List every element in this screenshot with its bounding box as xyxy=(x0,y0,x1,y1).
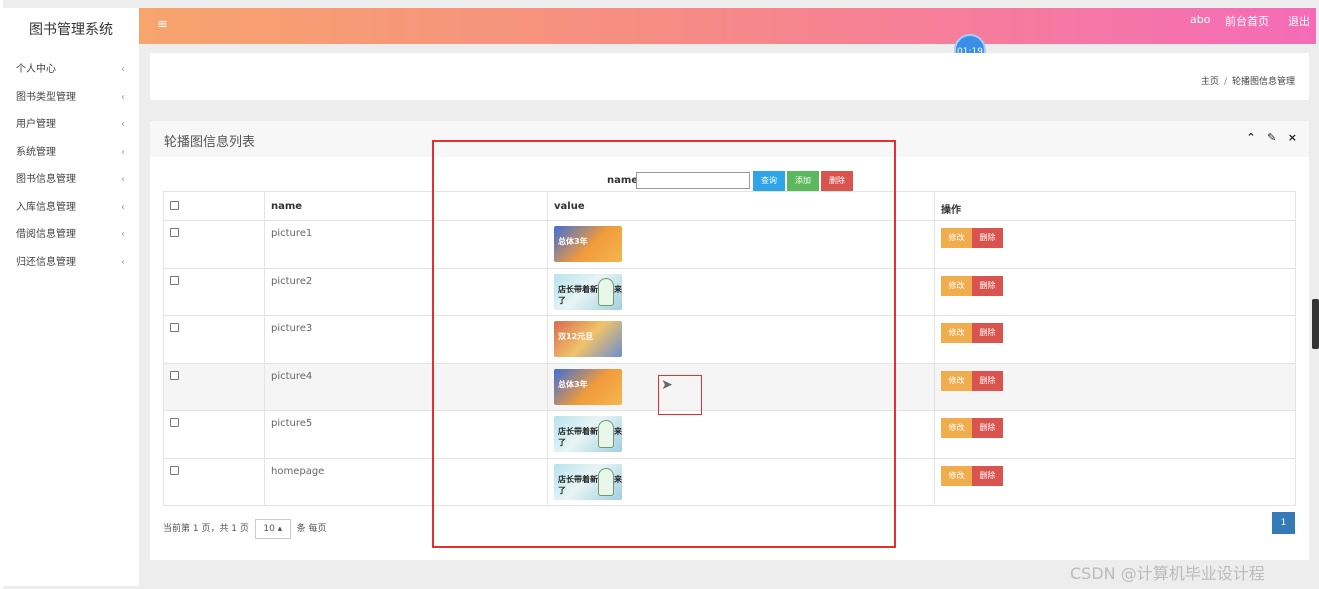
sidebar-item-personal-center[interactable]: 个人中心 ‹ xyxy=(3,56,139,84)
edit-button[interactable]: 修改 xyxy=(941,323,972,343)
collapse-icon[interactable]: ⌃ xyxy=(1246,131,1255,144)
row-checkbox[interactable] xyxy=(170,228,179,237)
ops-cell: 修改 删除 xyxy=(934,267,1296,316)
chevron-left-icon: ‹ xyxy=(121,229,125,240)
row-select-cell xyxy=(163,220,265,269)
top-navbar: ≡ abo 前台首页 退出 xyxy=(139,8,1316,44)
sidebar-item-label: 归还信息管理 xyxy=(16,256,76,268)
menu-toggle-icon[interactable]: ≡ xyxy=(157,17,168,32)
row-checkbox[interactable] xyxy=(170,418,179,427)
sidebar-item-stock-in[interactable]: 入库信息管理 ‹ xyxy=(3,194,139,222)
current-user[interactable]: abo xyxy=(1190,13,1210,26)
ops-cell: 修改 删除 xyxy=(934,362,1296,411)
logout-link[interactable]: 退出 xyxy=(1288,13,1310,29)
delete-button[interactable]: 删除 xyxy=(972,465,1003,486)
select-all-checkbox[interactable] xyxy=(170,201,179,210)
wrench-icon[interactable]: ✎ xyxy=(1267,131,1276,144)
edit-button[interactable]: 修改 xyxy=(941,275,972,296)
ops-cell: 修改 删除 xyxy=(934,315,1296,364)
chevron-left-icon: ‹ xyxy=(121,91,125,103)
annotation-highlight-box xyxy=(432,140,896,548)
breadcrumb-bar: 主页 / 轮播图信息管理 xyxy=(150,53,1309,100)
scrollbar-thumb[interactable] xyxy=(1312,299,1319,349)
ops-cell: 修改 删除 xyxy=(934,220,1296,269)
edit-button[interactable]: 修改 xyxy=(941,370,972,391)
page-size-suffix: 条 每页 xyxy=(296,524,327,534)
sidebar-item-system[interactable]: 系统管理 ‹ xyxy=(3,139,139,167)
page-number-button[interactable]: 1 xyxy=(1272,512,1295,534)
sidebar-item-label: 图书信息管理 xyxy=(16,174,76,185)
delete-button[interactable]: 删除 xyxy=(972,275,1003,296)
sidebar-item-label: 图书类型管理 xyxy=(16,91,76,103)
row-checkbox[interactable] xyxy=(170,323,179,332)
sidebar-item-label: 个人中心 xyxy=(16,64,56,75)
sidebar-item-label: 用户管理 xyxy=(16,119,56,130)
page-size-value: 10 xyxy=(263,524,275,534)
delete-button[interactable]: 删除 xyxy=(972,228,1003,248)
sidebar-item-book-type[interactable]: 图书类型管理 ‹ xyxy=(3,84,139,112)
sidebar-item-book-info[interactable]: 图书信息管理 ‹ xyxy=(3,166,139,194)
pagination-info: 当前第 1 页，共 1 页 10 ▴ 条 每页 xyxy=(163,519,327,539)
breadcrumb: 主页 / 轮播图信息管理 xyxy=(1201,74,1295,87)
edit-button[interactable]: 修改 xyxy=(941,228,972,248)
chevron-left-icon: ‹ xyxy=(121,174,125,185)
panel-tools: ⌃ ✎ × xyxy=(1238,131,1297,144)
breadcrumb-home[interactable]: 主页 xyxy=(1201,77,1219,87)
pagination-summary: 当前第 1 页，共 1 页 xyxy=(163,524,249,534)
sidebar-item-users[interactable]: 用户管理 ‹ xyxy=(3,111,139,139)
page-size-select[interactable]: 10 ▴ xyxy=(254,519,291,539)
ops-cell: 修改 删除 xyxy=(934,410,1296,459)
sidebar-item-borrow[interactable]: 借阅信息管理 ‹ xyxy=(3,221,139,249)
chevron-left-icon: ‹ xyxy=(121,119,125,130)
breadcrumb-separator: / xyxy=(1223,77,1227,87)
sidebar-item-return[interactable]: 归还信息管理 ‹ xyxy=(3,249,139,277)
watermark: CSDN @计算机毕业设计程 xyxy=(1070,564,1265,583)
row-select-cell xyxy=(163,362,265,411)
sidebar-item-label: 系统管理 xyxy=(16,146,56,158)
sidebar-menu: 个人中心 ‹ 图书类型管理 ‹ 用户管理 ‹ 系统管理 ‹ 图书信息管理 ‹ 入… xyxy=(3,56,139,276)
delete-button[interactable]: 删除 xyxy=(972,370,1003,391)
chevron-left-icon: ‹ xyxy=(121,146,125,158)
frontend-home-link[interactable]: 前台首页 xyxy=(1225,13,1269,29)
column-header-ops: 操作 xyxy=(934,191,1296,221)
ops-cell: 修改 删除 xyxy=(934,457,1296,506)
sidebar: 图书管理系统 个人中心 ‹ 图书类型管理 ‹ 用户管理 ‹ 系统管理 ‹ 图书信… xyxy=(3,8,139,586)
page-title: 轮播图信息列表 xyxy=(164,135,256,150)
row-select-cell xyxy=(163,315,265,364)
app-title: 图书管理系统 xyxy=(3,8,139,52)
row-checkbox[interactable] xyxy=(170,370,179,380)
row-select-cell xyxy=(163,267,265,316)
chevron-left-icon: ‹ xyxy=(121,256,125,268)
row-select-cell xyxy=(163,410,265,459)
edit-button[interactable]: 修改 xyxy=(941,418,972,438)
sidebar-item-label: 借阅信息管理 xyxy=(16,229,76,240)
row-select-cell xyxy=(163,457,265,506)
row-checkbox[interactable] xyxy=(170,275,179,285)
chevron-left-icon: ‹ xyxy=(121,64,125,75)
close-icon[interactable]: × xyxy=(1288,131,1297,144)
row-checkbox[interactable] xyxy=(170,465,179,475)
edit-button[interactable]: 修改 xyxy=(941,465,972,486)
delete-button[interactable]: 删除 xyxy=(972,418,1003,438)
sidebar-item-label: 入库信息管理 xyxy=(16,201,76,213)
breadcrumb-current: 轮播图信息管理 xyxy=(1231,77,1295,87)
delete-button[interactable]: 删除 xyxy=(972,323,1003,343)
chevron-left-icon: ‹ xyxy=(121,201,125,213)
select-all-header xyxy=(163,191,265,221)
mouse-pointer-icon: ➤ xyxy=(661,377,673,393)
